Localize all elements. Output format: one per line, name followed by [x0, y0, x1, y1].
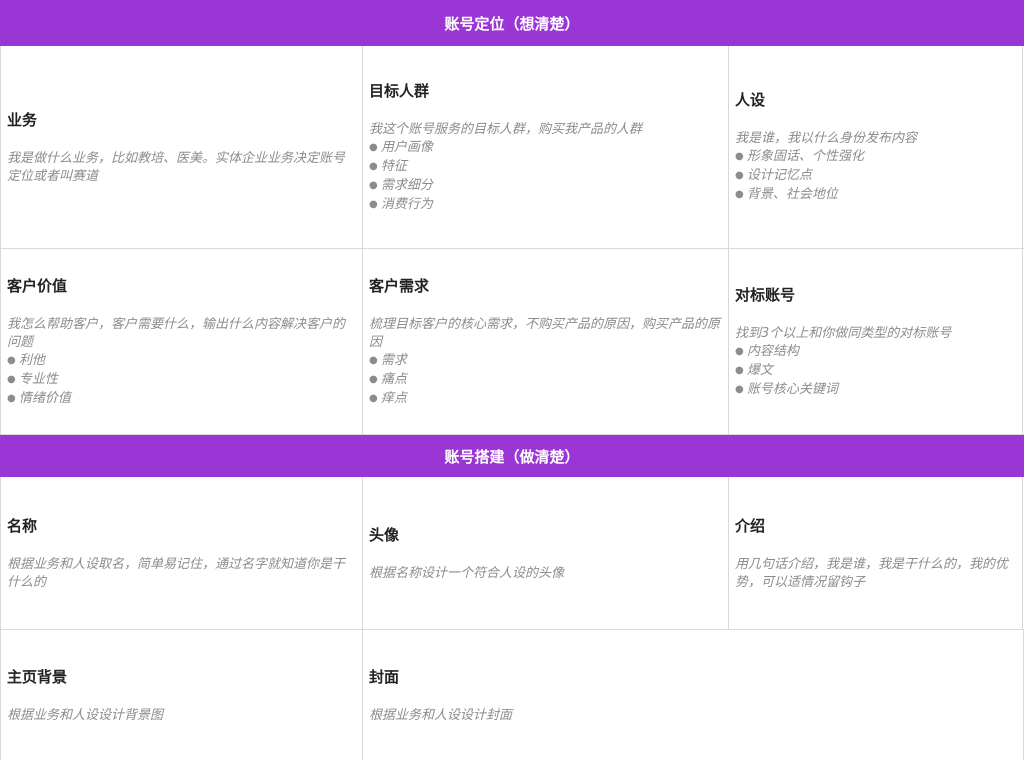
bullet-item: 背景、社会地位: [735, 186, 1016, 205]
card-introduction: 介绍 用几句话介绍，我是谁，我是干什么的，我的优势，可以适情况留钩子: [728, 477, 1023, 629]
bullet-item: 利他: [7, 352, 356, 371]
bullet-list: 利他 专业性 情绪价值: [7, 352, 356, 409]
bullet-item: 用户画像: [369, 139, 722, 158]
card-description: 我怎么帮助客户，客户需要什么，输出什么内容解决客户的问题: [7, 316, 346, 350]
card-description: 根据业务和人设设计背景图: [7, 707, 164, 723]
card-description: 我这个账号服务的目标人群，购买我产品的人群: [369, 121, 643, 137]
card-title: 目标人群: [369, 81, 430, 100]
bullet-item: 专业性: [7, 371, 356, 390]
section-header-setup: 账号搭建（做清楚）: [0, 435, 1024, 477]
grid-row: 名称 根据业务和人设取名，简单易记住，通过名字就知道你是干什么的 头像 根据名称…: [0, 477, 1024, 630]
card-description: 根据名称设计一个符合人设的头像: [369, 565, 565, 581]
grid-row: 业务 我是做什么业务，比如教培、医美。实体企业业务决定账号定位或者叫赛道 目标人…: [0, 46, 1024, 249]
card-avatar: 头像 根据名称设计一个符合人设的头像: [362, 477, 729, 629]
bullet-item: 痒点: [369, 390, 722, 409]
card-title: 对标账号: [735, 285, 796, 304]
card-description: 我是谁，我以什么身份发布内容: [735, 131, 918, 146]
bullet-item: 需求: [369, 352, 722, 371]
card-title: 业务: [7, 110, 38, 129]
bullet-item: 消费行为: [369, 196, 722, 215]
card-homepage-background: 主页背景 根据业务和人设设计背景图: [0, 630, 363, 760]
card-title: 头像: [369, 525, 400, 544]
card-description: 根据业务和人设设计封面: [369, 707, 513, 723]
card-description: 用几句话介绍，我是谁，我是干什么的，我的优势，可以适情况留钩子: [735, 556, 1009, 590]
bullet-item: 形象固话、个性强化: [735, 148, 1016, 167]
grid-row: 客户价值 我怎么帮助客户，客户需要什么，输出什么内容解决客户的问题 利他 专业性…: [0, 249, 1024, 435]
bullet-list: 用户画像 特征 需求细分 消费行为: [369, 139, 722, 215]
card-benchmark-accounts: 对标账号 找到3个以上和你做同类型的对标账号 内容结构 爆文 账号核心关键词: [728, 249, 1023, 434]
card-customer-value: 客户价值 我怎么帮助客户，客户需要什么，输出什么内容解决客户的问题 利他 专业性…: [0, 249, 363, 434]
card-title: 人设: [735, 91, 766, 109]
bullet-item: 情绪价值: [7, 390, 356, 409]
card-title: 介绍: [735, 516, 766, 535]
card-persona: 人设 我是谁，我以什么身份发布内容 形象固话、个性强化 设计记忆点 背景、社会地…: [728, 46, 1023, 248]
bullet-item: 账号核心关键词: [735, 381, 1016, 400]
bullet-list: 需求 痛点 痒点: [369, 352, 722, 409]
bullet-item: 痛点: [369, 371, 722, 390]
card-description: 根据业务和人设取名，简单易记住，通过名字就知道你是干什么的: [7, 556, 346, 590]
section-title: 账号定位（想清楚）: [444, 14, 580, 33]
card-description: 我是做什么业务，比如教培、医美。实体企业业务决定账号定位或者叫赛道: [7, 150, 346, 184]
card-description: 梳理目标客户的核心需求，不购买产品的原因，购买产品的原因: [369, 316, 721, 350]
card-business: 业务 我是做什么业务，比如教培、医美。实体企业业务决定账号定位或者叫赛道: [0, 46, 363, 248]
section-header-positioning: 账号定位（想清楚）: [0, 0, 1024, 46]
bullet-item: 需求细分: [369, 177, 722, 196]
card-title: 客户需求: [369, 276, 430, 295]
bullet-list: 内容结构 爆文 账号核心关键词: [735, 343, 1016, 400]
card-title: 封面: [369, 667, 400, 686]
bullet-item: 内容结构: [735, 343, 1016, 362]
bullet-item: 爆文: [735, 362, 1016, 381]
card-target-audience: 目标人群 我这个账号服务的目标人群，购买我产品的人群 用户画像 特征 需求细分 …: [362, 46, 729, 248]
bullet-item: 设计记忆点: [735, 167, 1016, 186]
bullet-list: 形象固话、个性强化 设计记忆点 背景、社会地位: [735, 148, 1016, 205]
bullet-item: 特征: [369, 158, 722, 177]
card-cover: 封面 根据业务和人设设计封面: [362, 630, 1024, 760]
card-title: 客户价值: [7, 276, 68, 295]
section-title: 账号搭建（做清楚）: [444, 447, 580, 466]
card-title: 主页背景: [7, 667, 68, 686]
grid-row: 主页背景 根据业务和人设设计背景图 封面 根据业务和人设设计封面: [0, 630, 1024, 760]
card-customer-needs: 客户需求 梳理目标客户的核心需求，不购买产品的原因，购买产品的原因 需求 痛点 …: [362, 249, 729, 434]
card-name: 名称 根据业务和人设取名，简单易记住，通过名字就知道你是干什么的: [0, 477, 363, 629]
card-title: 名称: [7, 516, 38, 535]
card-description: 找到3个以上和你做同类型的对标账号: [735, 325, 952, 341]
